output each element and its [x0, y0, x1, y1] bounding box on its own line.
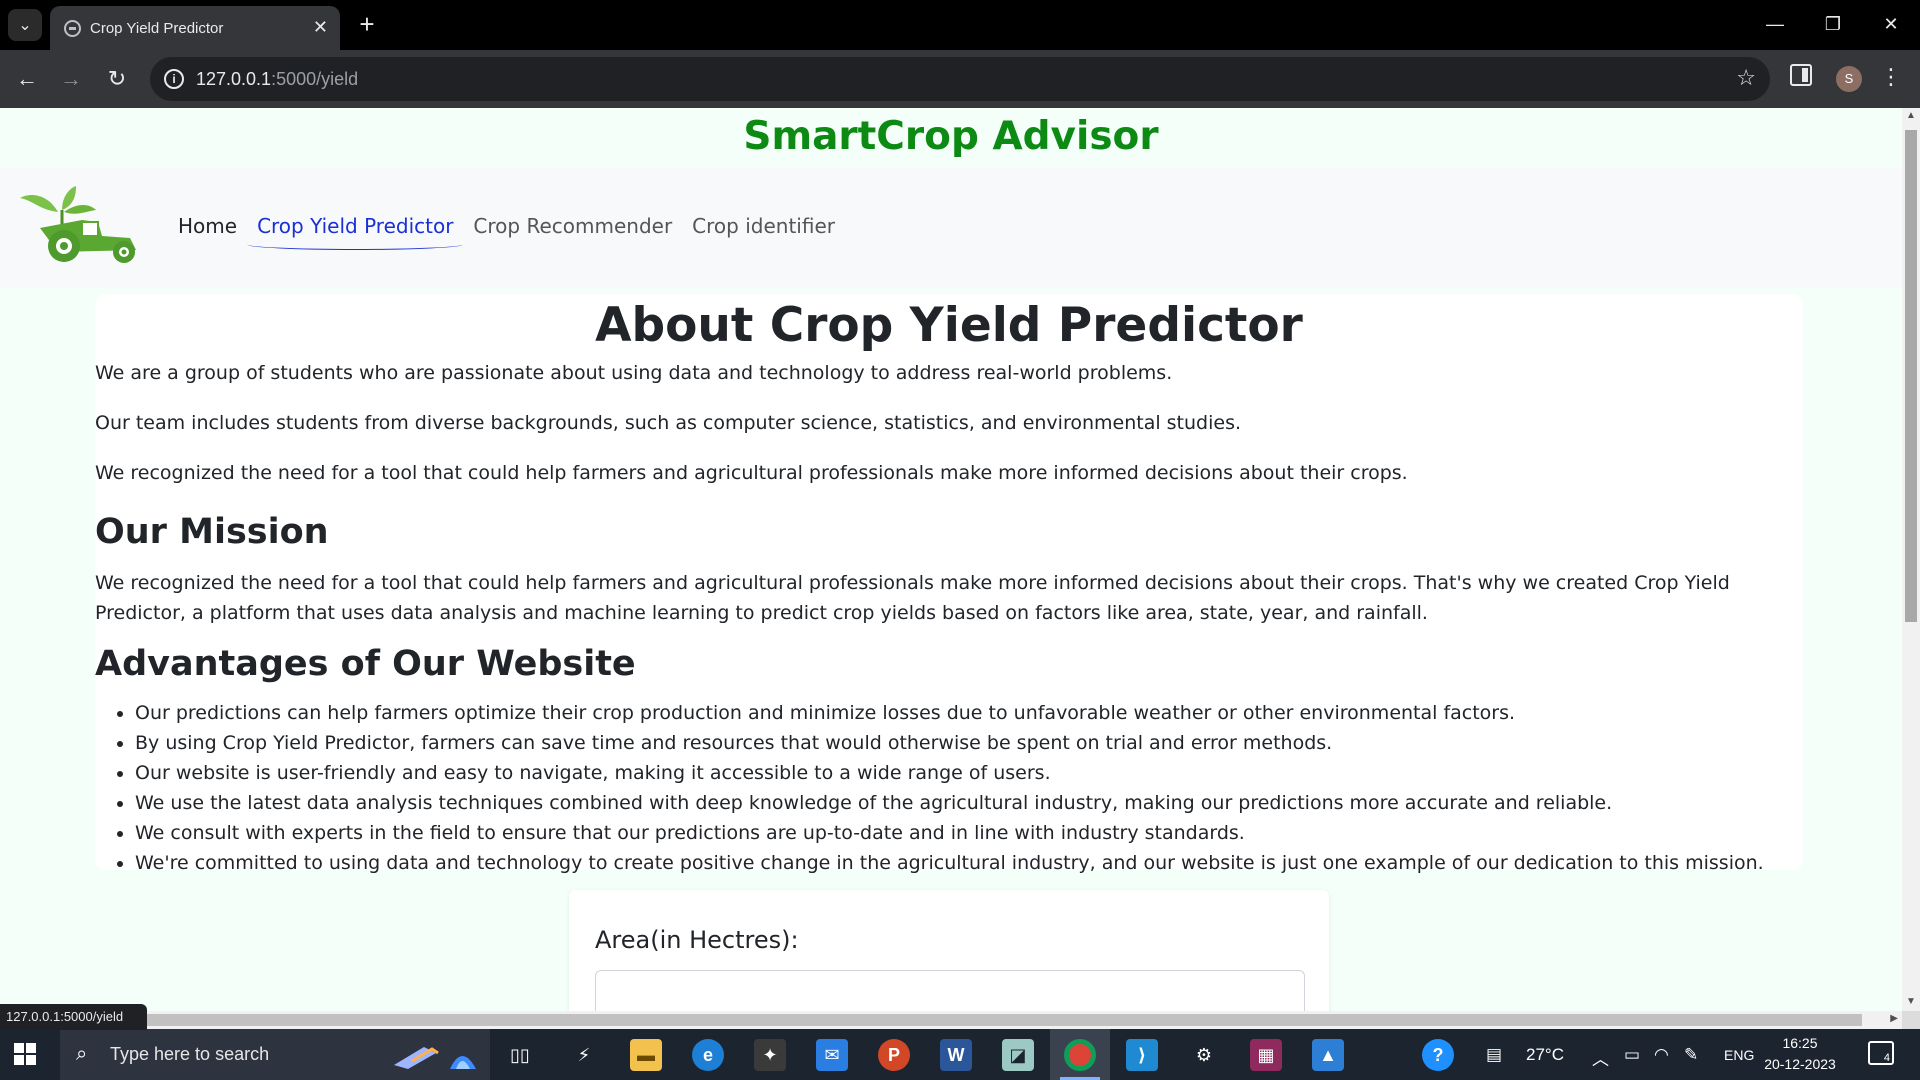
globe-icon [64, 20, 81, 37]
close-tab-icon[interactable]: ✕ [313, 17, 328, 38]
mail-icon[interactable]: ✉ [816, 1039, 848, 1071]
about-paragraph: Our team includes students from diverse … [95, 412, 1242, 434]
list-item: We're committed to using data and techno… [135, 848, 1795, 878]
address-bar[interactable]: i 127.0.0.1:5000/yield ☆ [150, 57, 1770, 101]
prediction-form: Area(in Hectres): [569, 890, 1329, 1011]
back-button[interactable]: ← [12, 64, 42, 94]
nav-crop-identifier[interactable]: Crop identifier [682, 208, 845, 244]
help-icon[interactable]: ? [1422, 1039, 1454, 1071]
horizontal-scrollbar[interactable]: ▶ [0, 1011, 1902, 1029]
chevron-up-icon[interactable]: ︿ [1592, 1045, 1609, 1070]
bookmark-star-icon[interactable]: ☆ [1736, 65, 1756, 91]
search-highlight-icon [394, 1047, 476, 1069]
clock-date: 20-12-2023 [1764, 1056, 1836, 1072]
side-panel-icon[interactable] [1790, 64, 1812, 86]
browser-toolbar: ← → ↻ i 127.0.0.1:5000/yield ☆ S ⋮ [0, 50, 1920, 108]
tab-title: Crop Yield Predictor [90, 20, 224, 37]
new-tab-button[interactable]: + [352, 10, 382, 40]
about-title: About Crop Yield Predictor [595, 298, 1303, 353]
minimize-button[interactable]: — [1752, 8, 1798, 40]
taskbar-clock[interactable]: 16:25 20-12-2023 [1760, 1033, 1840, 1075]
tractor-logo[interactable] [18, 184, 143, 266]
profile-avatar[interactable]: S [1836, 66, 1862, 92]
url-path: :5000/yield [271, 69, 359, 89]
clock-time: 16:25 [1782, 1035, 1818, 1051]
forward-button[interactable]: → [56, 64, 86, 94]
word-icon[interactable]: W [940, 1039, 972, 1071]
list-item: Our website is user-friendly and easy to… [135, 758, 1795, 788]
notes-app-icon[interactable]: ◪ [1002, 1039, 1034, 1071]
pen-icon[interactable]: ✎ [1684, 1045, 1698, 1065]
language-indicator[interactable]: ENG [1724, 1047, 1754, 1063]
reload-button[interactable]: ↻ [102, 64, 132, 94]
more-menu-icon[interactable]: ⋮ [1880, 64, 1902, 90]
notification-icon[interactable]: 4 [1868, 1041, 1894, 1065]
task-view-icon[interactable]: ▯▯ [504, 1039, 536, 1071]
about-paragraph: We recognized the need for a tool that c… [95, 462, 1408, 484]
settings-gear-icon[interactable]: ⚙ [1188, 1039, 1220, 1071]
scrollbar-corner [1902, 1011, 1920, 1029]
battery-icon[interactable]: ▭ [1624, 1045, 1640, 1065]
browser-tab[interactable]: Crop Yield Predictor ✕ [50, 6, 340, 50]
list-item: We consult with experts in the field to … [135, 818, 1795, 848]
winrar-icon[interactable]: ▦ [1250, 1039, 1282, 1071]
scrollbar-thumb[interactable] [1905, 130, 1917, 622]
photos-icon[interactable]: ▲ [1312, 1039, 1344, 1071]
edge-browser-icon[interactable]: e [692, 1039, 724, 1071]
area-label: Area(in Hectres): [595, 926, 799, 954]
notification-count: 4 [1883, 1052, 1890, 1064]
url-host: 127.0.0.1 [196, 69, 272, 89]
vscode-icon[interactable]: ⟩ [1126, 1039, 1158, 1071]
taskbar-search[interactable]: ⌕ Type here to search [60, 1029, 490, 1080]
powerpoint-icon[interactable]: P [878, 1039, 910, 1071]
scroll-down-arrow-icon[interactable]: ▼ [1906, 996, 1916, 1007]
chevron-down-icon: ⌄ [18, 17, 32, 34]
list-item: Our predictions can help farmers optimiz… [135, 698, 1795, 728]
site-title: SmartCrop Advisor [743, 114, 1159, 159]
windows-taskbar: ⌕ Type here to search ▯▯ ⚡ ▬ e ✦ ✉ P W ◪… [0, 1029, 1920, 1080]
status-url-bubble: 127.0.0.1:5000/yield [0, 1004, 147, 1030]
nav-crop-yield-predictor[interactable]: Crop Yield Predictor [247, 208, 464, 250]
area-input[interactable] [595, 970, 1305, 1011]
app-launcher-icon[interactable]: ✦ [754, 1039, 786, 1071]
file-explorer-icon[interactable]: ▬ [630, 1039, 662, 1071]
main-nav: Home Crop Yield Predictor Crop Recommend… [168, 208, 845, 250]
browser-tab-bar: ⌄ Crop Yield Predictor ✕ + — ❐ ✕ [0, 0, 1920, 50]
scroll-up-arrow-icon[interactable]: ▲ [1906, 110, 1916, 121]
close-window-button[interactable]: ✕ [1868, 8, 1914, 40]
advantages-list: Our predictions can help farmers optimiz… [135, 698, 1795, 878]
pen-app-icon[interactable]: ⚡ [568, 1039, 600, 1071]
about-section: About Crop Yield Predictor We are a grou… [95, 294, 1803, 874]
search-icon: ⌕ [76, 1043, 88, 1065]
restore-button[interactable]: ❐ [1810, 8, 1856, 40]
tab-search-button[interactable]: ⌄ [8, 9, 42, 41]
windows-start-icon[interactable] [14, 1043, 36, 1065]
nav-crop-recommender[interactable]: Crop Recommender [463, 208, 682, 244]
search-placeholder: Type here to search [110, 1044, 270, 1064]
site-info-icon[interactable]: i [164, 69, 184, 89]
scroll-right-arrow-icon[interactable]: ▶ [1890, 1013, 1898, 1024]
temperature[interactable]: 27°C [1526, 1045, 1564, 1065]
wifi-icon[interactable]: ◠ [1654, 1045, 1669, 1065]
list-item: By using Crop Yield Predictor, farmers c… [135, 728, 1795, 758]
weather-icon[interactable]: ▤ [1486, 1045, 1502, 1065]
advantages-heading: Advantages of Our Website [95, 644, 636, 684]
about-paragraph: We are a group of students who are passi… [95, 362, 1173, 384]
url-text: 127.0.0.1:5000/yield [196, 69, 358, 90]
vertical-scrollbar[interactable]: ▲ ▼ [1902, 108, 1920, 1011]
mission-text: We recognized the need for a tool that c… [95, 572, 1730, 624]
nav-home[interactable]: Home [168, 208, 247, 244]
list-item: We use the latest data analysis techniqu… [135, 788, 1795, 818]
scrollbar-thumb[interactable] [22, 1014, 1862, 1026]
page-viewport: SmartCrop Advisor Home Crop Yield Predic… [0, 108, 1902, 1011]
mission-heading: Our Mission [95, 512, 329, 552]
chrome-icon[interactable] [1064, 1039, 1096, 1071]
